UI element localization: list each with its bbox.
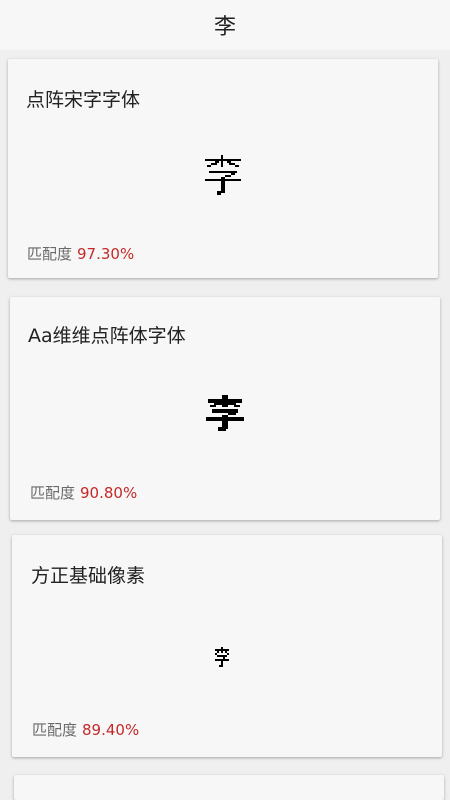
match-label: 匹配度: [30, 484, 76, 502]
font-name: 方正基础像素: [31, 565, 146, 587]
pixel-glyph-icon: [206, 395, 244, 431]
font-card[interactable]: [14, 775, 444, 800]
font-card[interactable]: 方正基础像素 匹配度 89.40%: [12, 535, 442, 757]
match-score: 匹配度 89.40%: [32, 719, 139, 740]
font-name: 点阵宋字字体: [26, 89, 141, 111]
match-score: 匹配度 90.80%: [30, 482, 137, 503]
match-value: 97.30%: [77, 245, 135, 263]
glyph-preview: [12, 647, 442, 667]
match-label: 匹配度: [27, 245, 73, 263]
font-card[interactable]: Aa维维点阵体字体 匹配度 90.80%: [10, 297, 440, 520]
glyph-preview: [10, 395, 440, 431]
match-score: 匹配度 97.30%: [27, 243, 134, 264]
pixel-glyph-icon: [215, 647, 229, 667]
match-value: 89.40%: [82, 721, 140, 739]
font-name: Aa维维点阵体字体: [28, 325, 186, 347]
glyph-preview: [8, 155, 438, 197]
pixel-glyph-icon: [205, 155, 241, 195]
app-bar: 李: [0, 0, 450, 50]
page-title: 李: [213, 15, 236, 40]
match-value: 90.80%: [80, 484, 138, 502]
match-label: 匹配度: [32, 721, 78, 739]
font-card[interactable]: 点阵宋字字体 匹配度 97.30%: [8, 59, 438, 278]
